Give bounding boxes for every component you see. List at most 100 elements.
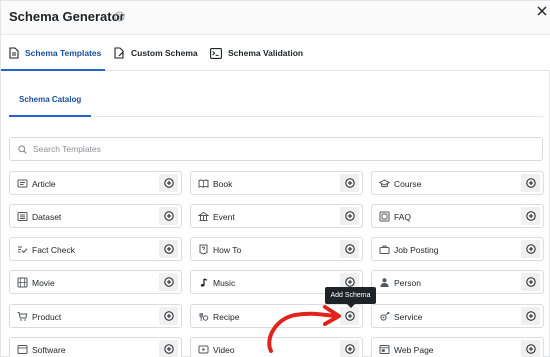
add-circle-icon [344, 244, 355, 254]
template-label: Service [394, 312, 423, 322]
how-to-icon [198, 244, 209, 255]
add-schema-button[interactable] [340, 174, 359, 192]
schema-generator-modal: Schema Generator Schema Templates Custom… [0, 0, 550, 357]
tab-bar: Schema Templates Custom Schema Schema Va… [1, 35, 550, 71]
add-circle-icon [344, 311, 355, 321]
close-icon[interactable] [537, 6, 547, 16]
search-box[interactable] [9, 137, 543, 161]
template-label: Video [213, 345, 235, 355]
template-card-movie[interactable]: Movie [9, 270, 182, 294]
add-circle-icon [525, 277, 536, 287]
add-circle-icon [344, 178, 355, 188]
template-card-product[interactable]: Product [9, 304, 182, 328]
template-label: Music [213, 278, 236, 288]
edit-document-icon [114, 47, 124, 59]
template-label: FAQ [394, 212, 412, 222]
terminal-icon [210, 47, 222, 59]
add-circle-icon [163, 277, 174, 287]
template-label: Person [394, 278, 421, 288]
template-card-faq[interactable]: FAQ [371, 204, 544, 228]
add-circle-icon [163, 211, 174, 221]
add-schema-button[interactable] [521, 207, 540, 225]
question-circle-icon[interactable] [114, 11, 125, 22]
graduation-cap-icon [379, 178, 390, 189]
template-label: Software [32, 345, 66, 355]
annotation-arrow-icon [267, 305, 341, 353]
add-schema-button[interactable] [340, 240, 359, 258]
web-page-icon [379, 344, 390, 355]
tab-custom-schema[interactable]: Custom Schema [114, 35, 198, 71]
add-schema-button[interactable] [521, 174, 540, 192]
template-label: Movie [32, 278, 55, 288]
template-label: Dataset [32, 212, 62, 222]
template-card-course[interactable]: Course [371, 171, 544, 195]
add-circle-icon [163, 311, 174, 321]
add-schema-button[interactable] [521, 307, 540, 325]
document-icon [9, 47, 19, 59]
event-icon [198, 211, 209, 222]
template-label: Web Page [394, 345, 434, 355]
video-icon [198, 344, 209, 355]
dataset-icon [17, 211, 28, 222]
template-card-web-page[interactable]: Web Page [371, 337, 544, 357]
add-schema-button[interactable] [159, 240, 178, 258]
search-input[interactable] [33, 144, 513, 154]
template-card-event[interactable]: Event [190, 204, 363, 228]
article-icon [17, 178, 28, 189]
fact-check-icon [17, 244, 28, 255]
add-circle-icon [525, 311, 536, 321]
book-icon [198, 178, 209, 189]
add-schema-button[interactable] [521, 240, 540, 258]
template-label: Article [32, 179, 56, 189]
template-card-dataset[interactable]: Dataset [9, 204, 182, 228]
template-label: Event [213, 212, 235, 222]
template-card-software[interactable]: Software [9, 337, 182, 357]
template-card-how-to[interactable]: How To [190, 237, 363, 261]
person-icon [379, 277, 390, 288]
active-subtab-indicator [9, 115, 91, 117]
add-schema-button[interactable] [159, 207, 178, 225]
add-schema-button[interactable] [521, 340, 540, 357]
template-card-job-posting[interactable]: Job Posting [371, 237, 544, 261]
template-label: Product [32, 312, 62, 322]
briefcase-icon [379, 244, 390, 255]
add-circle-icon [525, 178, 536, 188]
template-card-article[interactable]: Article [9, 171, 182, 195]
add-circle-icon [344, 211, 355, 221]
recipe-icon [198, 311, 209, 322]
tab-schema-validation[interactable]: Schema Validation [210, 35, 303, 71]
subtab-bar: Schema Catalog [9, 71, 543, 117]
tab-schema-templates[interactable]: Schema Templates [9, 35, 101, 71]
template-card-book[interactable]: Book [190, 171, 363, 195]
add-circle-icon [163, 244, 174, 254]
service-icon [379, 311, 390, 322]
add-schema-button[interactable] [159, 273, 178, 291]
template-label: Recipe [213, 312, 240, 322]
add-circle-icon [163, 178, 174, 188]
add-circle-icon [344, 344, 355, 354]
tab-label: Custom Schema [131, 48, 198, 58]
add-circle-icon [525, 244, 536, 254]
tab-label: Schema Validation [228, 48, 304, 58]
add-schema-button[interactable] [340, 207, 359, 225]
add-circle-icon [344, 277, 355, 287]
template-label: Job Posting [394, 245, 439, 255]
template-label: Fact Check [32, 245, 75, 255]
template-card-service[interactable]: Service [371, 304, 544, 328]
template-card-fact-check[interactable]: Fact Check [9, 237, 182, 261]
faq-icon [379, 211, 390, 222]
add-schema-button[interactable] [159, 174, 178, 192]
add-circle-icon [525, 344, 536, 354]
add-schema-button[interactable] [159, 307, 178, 325]
tab-label: Schema Templates [25, 48, 102, 58]
template-card-person[interactable]: Person [371, 270, 544, 294]
template-label: Course [394, 179, 422, 189]
template-label: How To [213, 245, 242, 255]
add-circle-icon [163, 344, 174, 354]
add-schema-button[interactable] [159, 340, 178, 357]
add-schema-button[interactable] [521, 273, 540, 291]
cart-icon [17, 311, 28, 322]
movie-icon [17, 277, 28, 288]
subtab-schema-catalog[interactable]: Schema Catalog [19, 95, 81, 104]
modal-title: Schema Generator [9, 9, 125, 24]
